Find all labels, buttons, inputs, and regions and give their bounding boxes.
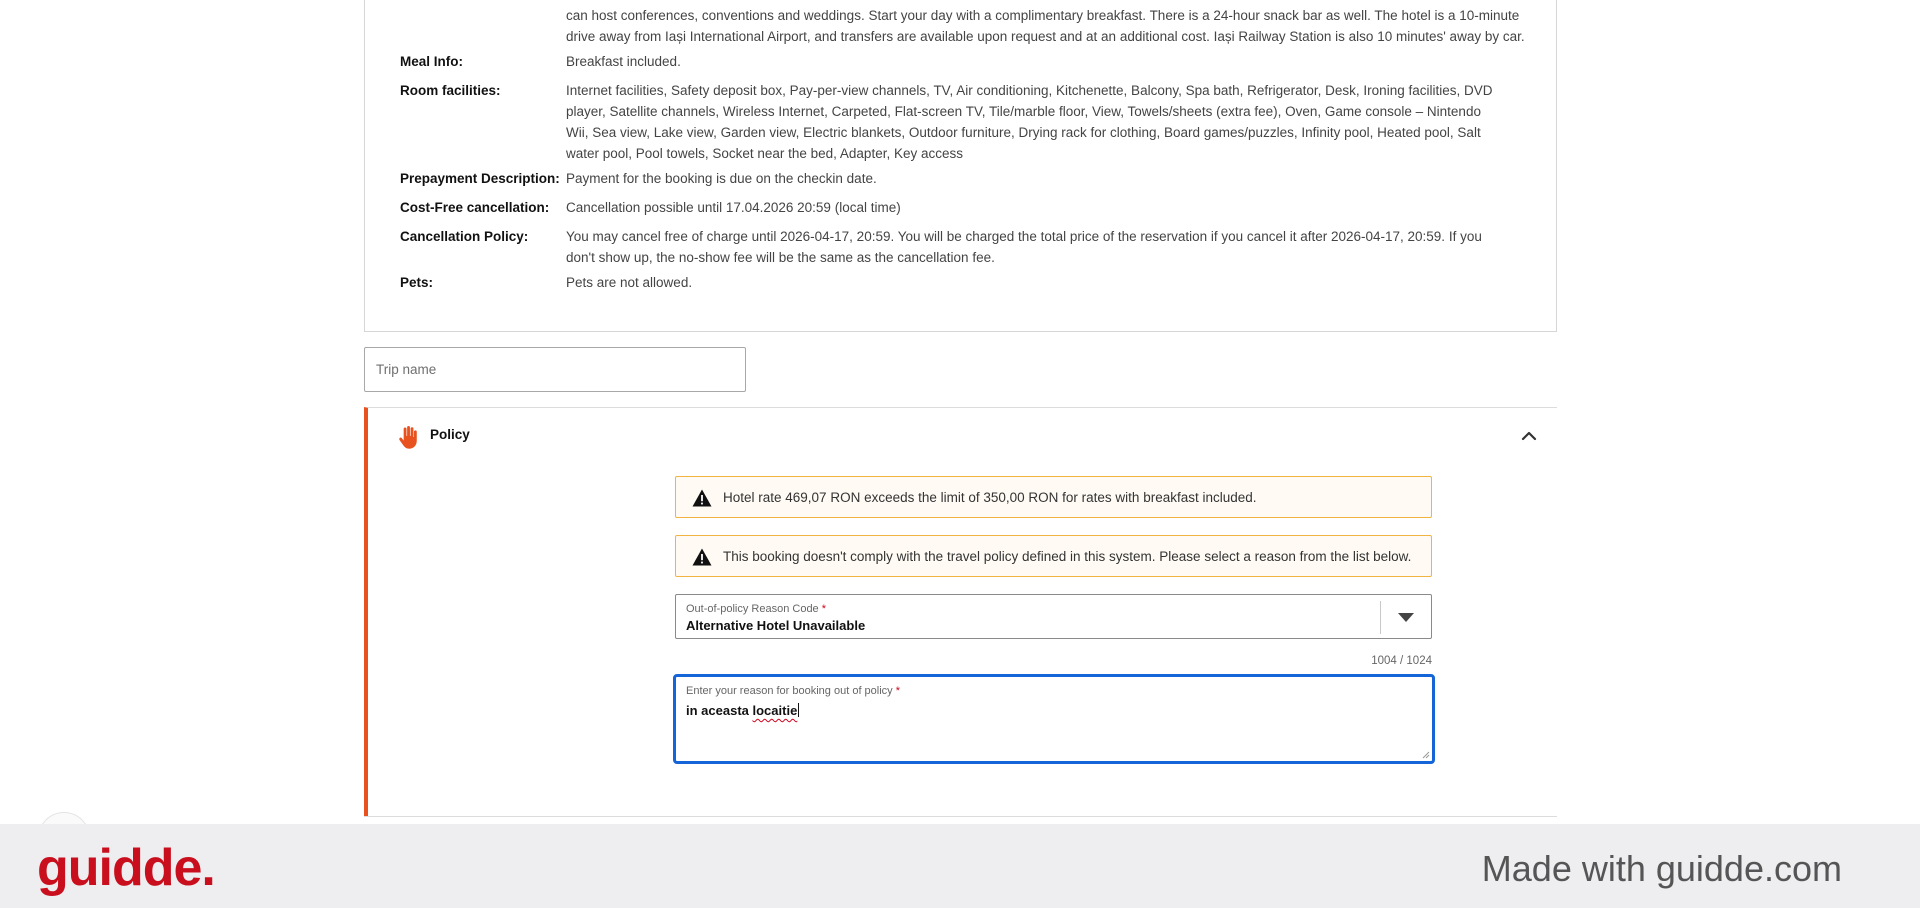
reason-textarea[interactable]: Enter your reason for booking out of pol… — [673, 674, 1435, 764]
reason-code-label: Out-of-policy Reason Code * — [686, 603, 827, 615]
policy-compliance-alert: This booking doesn't comply with the tra… — [675, 535, 1432, 577]
guidde-logo: guidde. — [37, 839, 216, 897]
reason-code-value: Alternative Hotel Unavailable — [686, 618, 866, 633]
footer-bar: guidde. Made with guidde.com — [0, 824, 1920, 908]
resize-grip-icon[interactable] — [1421, 750, 1430, 759]
made-with-text: Made with guidde.com — [1481, 848, 1842, 889]
chevron-up-icon[interactable] — [1517, 424, 1541, 448]
required-mark: * — [895, 685, 901, 697]
select-divider — [1380, 601, 1381, 634]
policy-compliance-alert-text: This booking doesn't comply with the tra… — [723, 549, 1412, 564]
policy-title: Policy — [430, 427, 470, 442]
trip-name-input[interactable] — [364, 347, 746, 392]
policy-divider — [364, 816, 1557, 817]
hotel-description-line: drive away from Iași International Airpo… — [566, 29, 1525, 44]
text-caret — [798, 703, 800, 717]
cancellation-policy-value: You may cancel free of charge until 2026… — [566, 229, 1482, 265]
required-mark: * — [821, 603, 827, 615]
room-facilities-value: Internet facilities, Safety deposit box,… — [566, 83, 1493, 161]
hotel-description-line: can host conferences, conventions and we… — [566, 8, 1520, 23]
misspelled-word: locaitie — [752, 703, 798, 718]
room-facilities-label: Room facilities: — [400, 83, 501, 98]
warning-icon — [692, 548, 712, 566]
warning-icon — [692, 489, 712, 507]
char-counter: 1004 / 1024 — [1371, 655, 1432, 667]
prepayment-value: Payment for the booking is due on the ch… — [566, 171, 877, 186]
dropdown-arrow-icon[interactable] — [1398, 613, 1414, 622]
hand-stop-icon — [399, 426, 417, 449]
rate-limit-alert-text: Hotel rate 469,07 RON exceeds the limit … — [723, 490, 1257, 505]
reason-code-select[interactable]: Out-of-policy Reason Code * Alternative … — [675, 594, 1432, 639]
prepayment-label: Prepayment Description: — [400, 171, 560, 186]
pets-label: Pets: — [400, 275, 434, 290]
rate-limit-alert: Hotel rate 469,07 RON exceeds the limit … — [675, 476, 1432, 518]
meal-info-label: Meal Info: — [400, 54, 463, 69]
reason-textarea-value: in aceasta locaitie — [686, 703, 800, 718]
pets-value: Pets are not allowed. — [566, 275, 693, 290]
reason-textarea-label: Enter your reason for booking out of pol… — [686, 685, 901, 697]
meal-info-value: Breakfast included. — [566, 54, 681, 69]
cost-free-cancellation-label: Cost-Free cancellation: — [400, 200, 550, 215]
cost-free-cancellation-value: Cancellation possible until 17.04.2026 2… — [566, 200, 901, 215]
cancellation-policy-label: Cancellation Policy: — [400, 229, 529, 244]
